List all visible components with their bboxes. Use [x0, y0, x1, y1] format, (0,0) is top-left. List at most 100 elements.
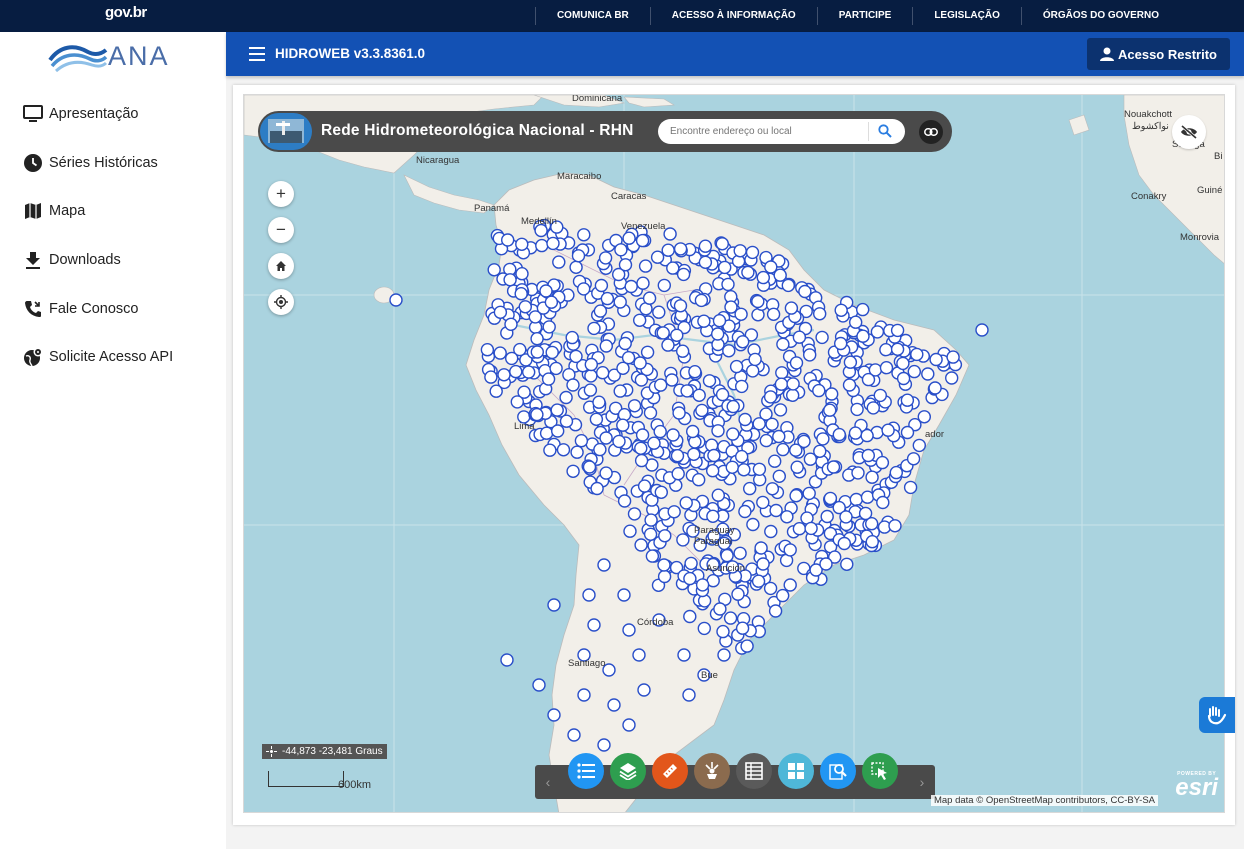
- station-marker[interactable]: [921, 367, 935, 381]
- station-marker[interactable]: [577, 228, 591, 242]
- station-marker[interactable]: [866, 401, 880, 415]
- station-marker[interactable]: [716, 624, 730, 639]
- station-marker[interactable]: [752, 417, 766, 431]
- station-marker[interactable]: [530, 331, 544, 346]
- station-marker[interactable]: [633, 356, 647, 370]
- station-marker[interactable]: [634, 373, 649, 387]
- layers-tool-button[interactable]: [610, 753, 646, 789]
- station-marker[interactable]: [890, 342, 905, 357]
- station-marker[interactable]: [823, 403, 837, 417]
- station-marker[interactable]: [504, 317, 518, 332]
- station-marker[interactable]: [676, 267, 691, 282]
- home-button[interactable]: [268, 253, 294, 279]
- station-marker[interactable]: [707, 448, 721, 463]
- station-marker[interactable]: [654, 378, 668, 392]
- station-marker[interactable]: [656, 326, 670, 340]
- station-marker[interactable]: [856, 329, 870, 343]
- station-marker[interactable]: [637, 683, 651, 697]
- station-marker[interactable]: [552, 255, 566, 269]
- station-marker[interactable]: [592, 395, 606, 409]
- station-marker[interactable]: [764, 260, 778, 274]
- station-marker[interactable]: [661, 243, 675, 257]
- vlibras-accessibility-button[interactable]: [1199, 697, 1235, 733]
- station-marker[interactable]: [493, 305, 508, 320]
- sidebar-item-mapa[interactable]: Mapa: [0, 187, 226, 236]
- station-marker[interactable]: [692, 388, 706, 402]
- address-search-input[interactable]: [670, 123, 862, 140]
- station-marker[interactable]: [870, 325, 885, 339]
- station-marker[interactable]: [907, 364, 921, 379]
- station-marker[interactable]: [718, 260, 732, 275]
- station-marker[interactable]: [676, 533, 690, 547]
- station-marker[interactable]: [773, 403, 788, 417]
- station-marker[interactable]: [663, 227, 677, 241]
- station-marker[interactable]: [599, 339, 613, 353]
- station-marker[interactable]: [786, 377, 800, 391]
- station-marker[interactable]: [783, 578, 797, 592]
- station-marker[interactable]: [627, 399, 642, 413]
- station-marker[interactable]: [783, 543, 797, 557]
- station-marker[interactable]: [556, 443, 571, 457]
- station-marker[interactable]: [695, 403, 709, 418]
- station-marker[interactable]: [596, 366, 610, 380]
- station-marker[interactable]: [823, 491, 838, 506]
- station-marker[interactable]: [489, 384, 503, 398]
- sidebar-item-series-historicas[interactable]: Séries Históricas: [0, 139, 226, 188]
- station-marker[interactable]: [503, 273, 517, 287]
- station-marker[interactable]: [875, 455, 890, 470]
- station-marker[interactable]: [621, 351, 636, 365]
- govbr-link-acesso-informacao[interactable]: ACESSO À INFORMAÇÃO: [649, 7, 817, 25]
- station-marker[interactable]: [736, 335, 750, 349]
- station-marker[interactable]: [673, 299, 688, 313]
- station-marker[interactable]: [622, 718, 636, 732]
- station-marker[interactable]: [666, 428, 680, 442]
- station-marker[interactable]: [559, 390, 573, 405]
- station-marker[interactable]: [666, 261, 680, 275]
- station-marker[interactable]: [514, 286, 528, 301]
- measure-tool-button[interactable]: [652, 753, 688, 789]
- station-marker[interactable]: [798, 284, 812, 299]
- station-marker[interactable]: [539, 426, 554, 440]
- station-marker[interactable]: [652, 305, 666, 319]
- station-marker[interactable]: [617, 588, 631, 602]
- station-marker[interactable]: [566, 464, 580, 478]
- station-marker[interactable]: [593, 442, 607, 457]
- basemap-tool-button[interactable]: [694, 753, 730, 789]
- station-marker[interactable]: [776, 337, 790, 352]
- station-marker[interactable]: [865, 470, 879, 484]
- station-marker[interactable]: [780, 510, 794, 524]
- station-marker[interactable]: [597, 738, 611, 752]
- govbr-link-legislacao[interactable]: LEGISLAÇÃO: [912, 7, 1021, 25]
- station-marker[interactable]: [618, 336, 632, 351]
- station-marker[interactable]: [721, 277, 735, 292]
- station-marker[interactable]: [618, 258, 633, 272]
- station-marker[interactable]: [765, 417, 779, 431]
- toggle-visibility-button[interactable]: [1172, 115, 1206, 149]
- station-marker[interactable]: [501, 233, 515, 247]
- station-marker[interactable]: [735, 449, 749, 464]
- station-marker[interactable]: [868, 363, 883, 377]
- locate-button[interactable]: [268, 289, 294, 315]
- station-marker[interactable]: [665, 373, 679, 387]
- station-marker[interactable]: [688, 365, 702, 379]
- station-marker[interactable]: [815, 330, 829, 345]
- station-marker[interactable]: [679, 496, 693, 510]
- station-marker[interactable]: [834, 336, 848, 351]
- acesso-restrito-button[interactable]: Acesso Restrito: [1087, 38, 1230, 70]
- station-marker[interactable]: [487, 263, 501, 277]
- station-marker[interactable]: [545, 345, 559, 360]
- query-tool-button[interactable]: [820, 753, 856, 789]
- station-marker[interactable]: [550, 403, 564, 417]
- station-marker[interactable]: [756, 270, 770, 285]
- station-marker[interactable]: [543, 443, 557, 457]
- station-marker[interactable]: [776, 588, 790, 603]
- station-marker[interactable]: [723, 611, 738, 625]
- station-marker[interactable]: [627, 507, 642, 521]
- station-marker[interactable]: [539, 284, 553, 298]
- station-marker[interactable]: [584, 357, 598, 372]
- station-marker[interactable]: [861, 448, 875, 463]
- station-marker[interactable]: [677, 648, 691, 662]
- station-marker[interactable]: [683, 609, 697, 624]
- station-marker[interactable]: [582, 460, 597, 474]
- station-marker[interactable]: [683, 571, 697, 586]
